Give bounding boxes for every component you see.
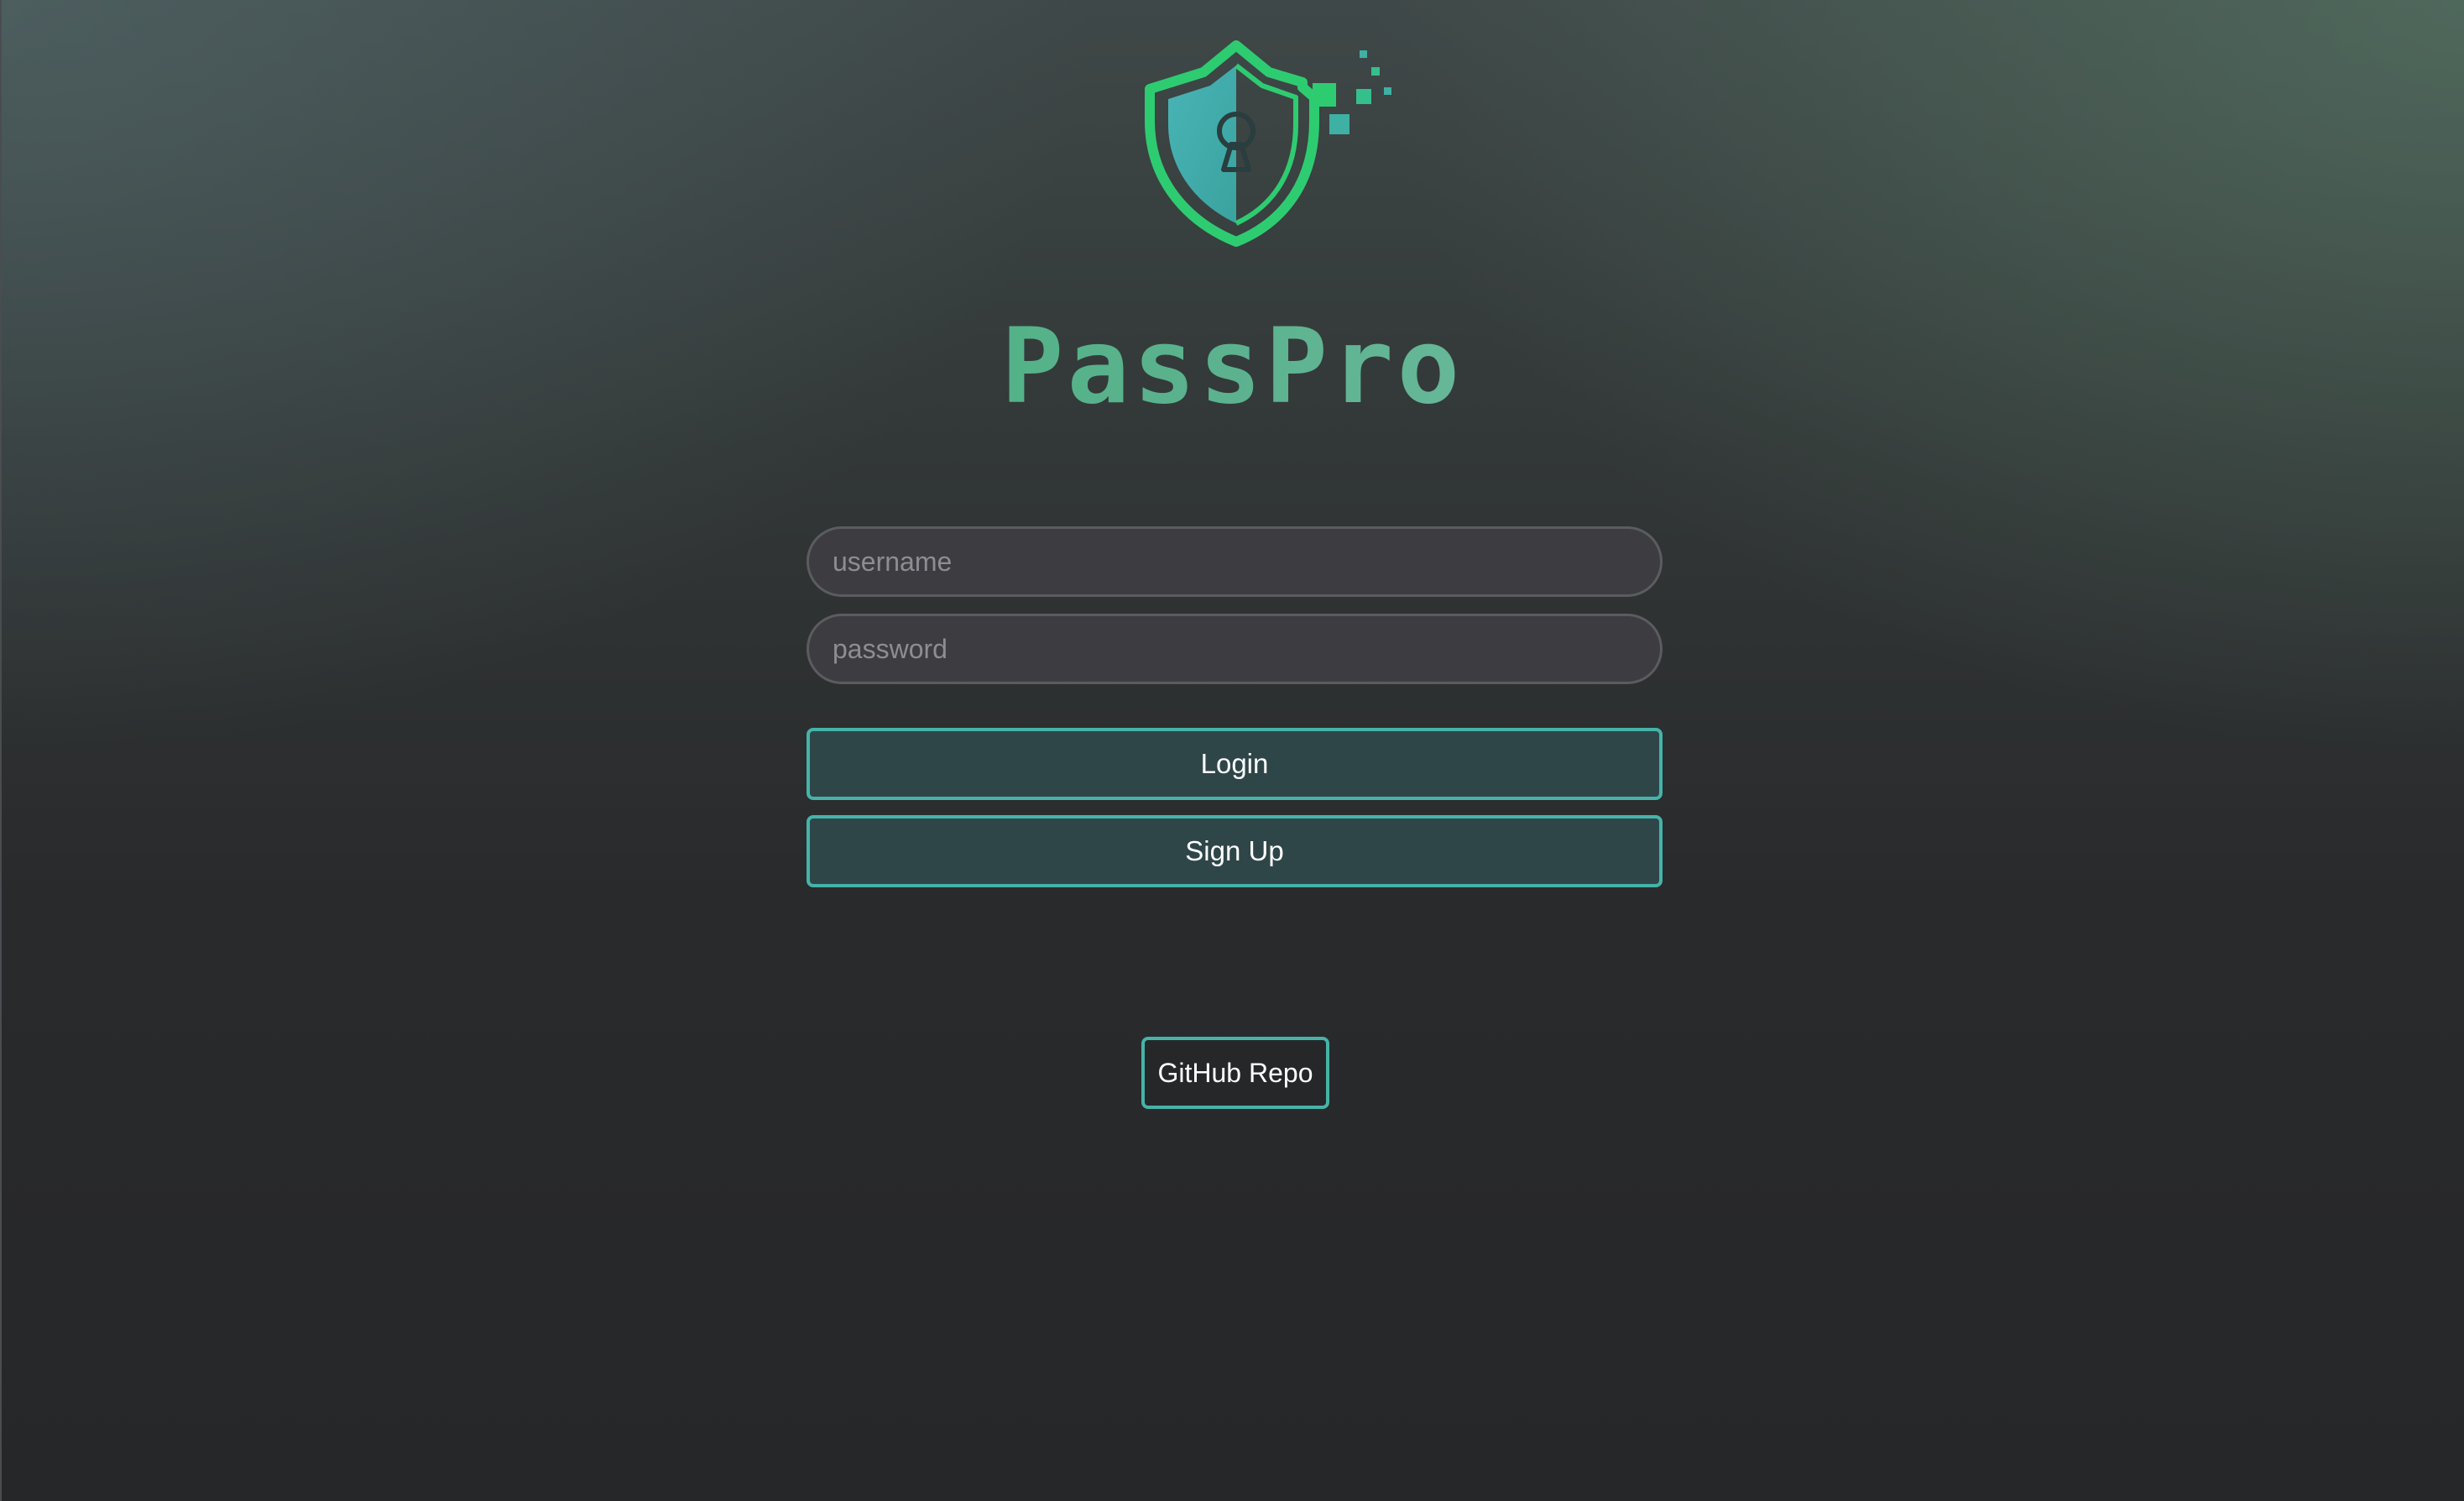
window-edge — [0, 0, 2, 1501]
passpro-logo — [1136, 37, 1405, 255]
app-title: PassPro — [0, 304, 2464, 430]
signup-button[interactable]: Sign Up — [807, 815, 1663, 887]
github-repo-button[interactable]: GitHub Repo — [1141, 1037, 1329, 1109]
username-input[interactable] — [807, 526, 1663, 597]
shield-keyhole-icon — [1145, 40, 1391, 247]
password-input[interactable] — [807, 614, 1663, 684]
login-button[interactable]: Login — [807, 728, 1663, 800]
